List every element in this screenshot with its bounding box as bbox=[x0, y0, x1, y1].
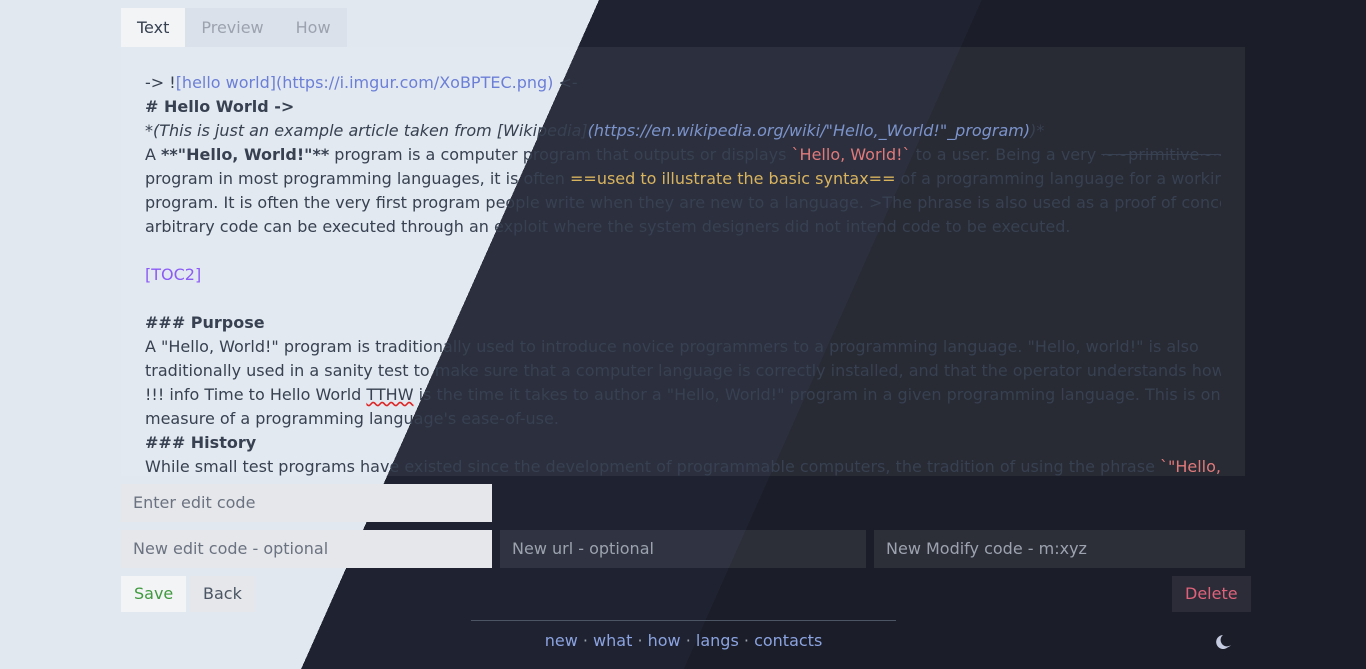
markdown-editor[interactable]: -> ![hello world](https://i.imgur.com/Xo… bbox=[121, 47, 1245, 476]
editor-line: A "Hello, World!" program is traditional… bbox=[145, 337, 1199, 356]
text-span: !!! info Time to Hello World bbox=[145, 385, 367, 404]
text-span: *(This is just an example article taken … bbox=[145, 121, 588, 140]
link-url: (https://en.wikipedia.org/wiki/"Hello,_W… bbox=[587, 121, 1031, 140]
text-span: program in most programming languages, i… bbox=[145, 169, 570, 188]
editor-line: !!! info Time to Hello World TTHW is the… bbox=[145, 383, 1221, 407]
footer-nav: new · what · how · langs · contacts bbox=[471, 630, 896, 652]
highlight-text: ==used to illustrate the basic syntax== bbox=[570, 169, 896, 188]
text-span: -> ! bbox=[145, 73, 176, 92]
text-span: program is a computer program that outpu… bbox=[329, 145, 792, 164]
editor-line: While small test programs have existed s… bbox=[145, 455, 1221, 476]
save-button[interactable]: Save bbox=[121, 576, 187, 612]
footer-link-how[interactable]: how bbox=[648, 631, 681, 650]
delete-button[interactable]: Delete bbox=[1172, 576, 1251, 612]
editor-line: program in most programming languages, i… bbox=[145, 167, 1221, 191]
bold-text: **"Hello, World!"** bbox=[161, 145, 330, 164]
new-modify-code-input[interactable]: New Modify code - m:xyz bbox=[874, 530, 1245, 568]
text-span: While small test programs have existed s… bbox=[145, 457, 1160, 476]
editor-line: *(This is just an example article taken … bbox=[145, 119, 1221, 143]
footer-link-contacts[interactable]: contacts bbox=[754, 631, 822, 650]
link-url: (https://i.imgur.com/XoBPTEC.png) bbox=[275, 73, 554, 92]
tab-how[interactable]: How bbox=[279, 8, 347, 47]
editor-line: A **"Hello, World!"** program is a compu… bbox=[145, 143, 1221, 167]
text-span: <- bbox=[553, 73, 578, 92]
spellcheck-word: TTHW bbox=[366, 385, 414, 404]
editor-line: program. It is often the very first prog… bbox=[145, 193, 1221, 212]
tab-preview[interactable]: Preview bbox=[185, 8, 280, 47]
text-span: )* bbox=[1030, 121, 1045, 140]
link-text: [hello world] bbox=[175, 73, 276, 92]
footer-link-what[interactable]: what bbox=[593, 631, 632, 650]
footer-separator: · bbox=[680, 631, 696, 650]
text-span: to a user. Being a very bbox=[910, 145, 1102, 164]
back-button[interactable]: Back bbox=[190, 576, 255, 612]
heading-purpose: ### Purpose bbox=[145, 313, 265, 332]
footer-link-new[interactable]: new bbox=[545, 631, 578, 650]
text-span: of a programming language for a working bbox=[895, 169, 1221, 188]
strikethrough-text: ~~primitive~~ bbox=[1101, 145, 1221, 164]
editor-line: -> ![hello world](https://i.imgur.com/Xo… bbox=[145, 71, 1221, 95]
moon-icon[interactable] bbox=[1214, 632, 1234, 652]
text-span: is the time it takes to author a "Hello,… bbox=[413, 385, 1221, 404]
footer-separator: · bbox=[577, 631, 594, 650]
toc-marker: [TOC2] bbox=[145, 265, 202, 284]
heading-hello-world: # Hello World -> bbox=[145, 97, 295, 116]
footer-divider bbox=[471, 620, 896, 621]
footer-separator: · bbox=[738, 631, 755, 650]
inline-code: `"Hello, world!"` bbox=[1160, 457, 1221, 476]
new-url-input[interactable]: New url - optional bbox=[500, 530, 866, 568]
tab-text[interactable]: Text bbox=[121, 8, 186, 47]
editor-line: arbitrary code can be executed through a… bbox=[145, 217, 1071, 236]
editor-tabs: Text Preview How bbox=[121, 8, 347, 47]
heading-history: ### History bbox=[145, 433, 257, 452]
new-edit-code-input[interactable]: New edit code - optional bbox=[121, 530, 492, 568]
footer-link-langs[interactable]: langs bbox=[696, 631, 739, 650]
inline-code: `Hello, World!` bbox=[791, 145, 911, 164]
text-span: A bbox=[145, 145, 162, 164]
footer-separator: · bbox=[632, 631, 648, 650]
editor-line: traditionally used in a sanity test to m… bbox=[145, 361, 1221, 380]
editor-line: measure of a programming language's ease… bbox=[145, 409, 559, 428]
edit-code-input[interactable]: Enter edit code bbox=[121, 484, 492, 522]
